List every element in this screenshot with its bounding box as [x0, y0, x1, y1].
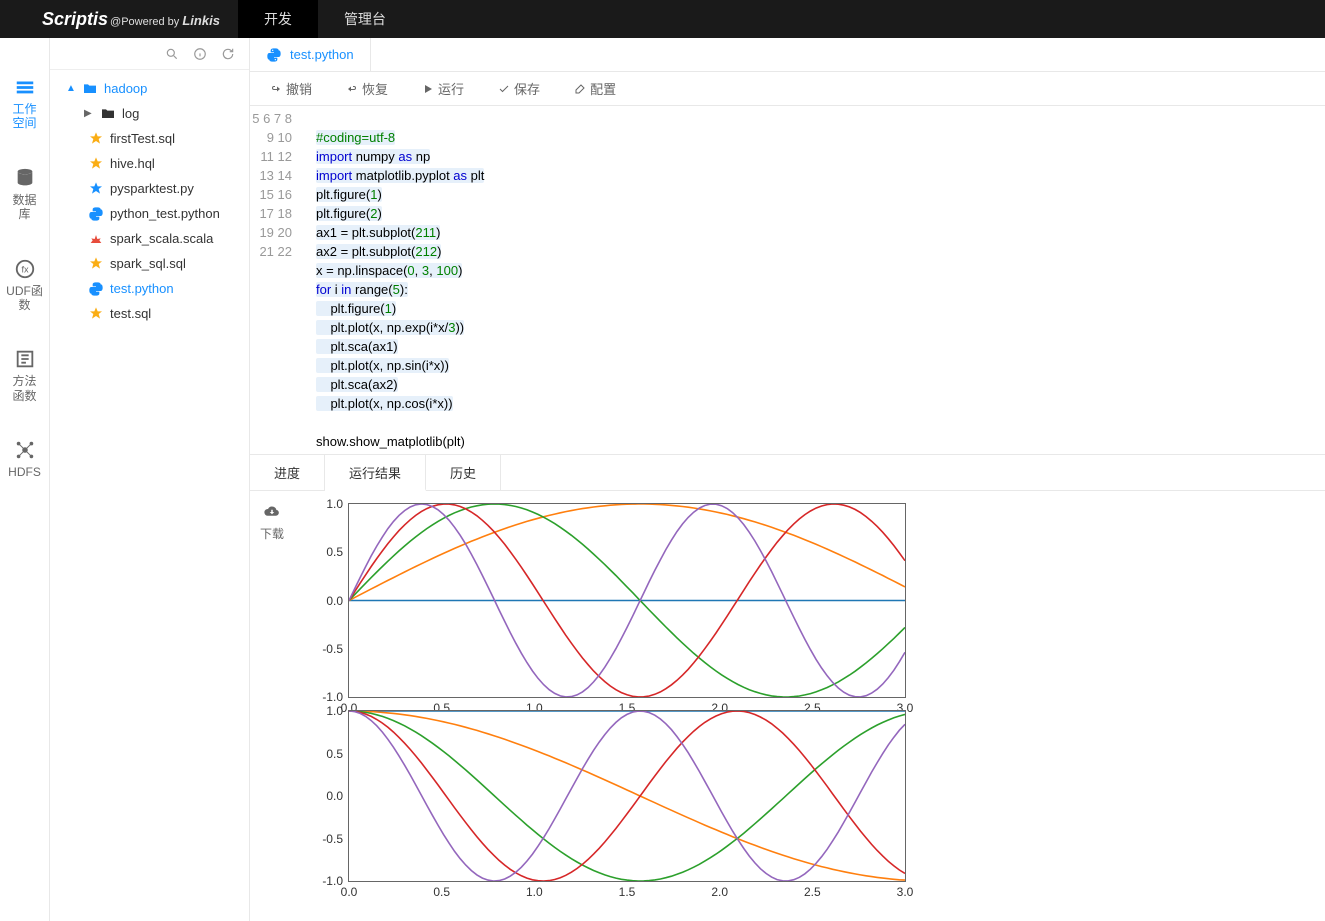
workspace-icon: [14, 76, 36, 98]
topnav-管理台[interactable]: 管理台: [318, 0, 412, 38]
brand-powered: @Powered by: [110, 16, 179, 28]
top-bar: Scriptis @Powered by Linkis 开发管理台: [0, 0, 1325, 38]
editor-toolbar: 撤销 恢复 运行 保存 配置: [250, 72, 1325, 106]
tree-folder-log[interactable]: ▶log: [50, 101, 249, 126]
ytick: 0.5: [326, 545, 343, 559]
download-label: 下载: [260, 525, 284, 542]
result-tab-运行结果[interactable]: 运行结果: [325, 455, 426, 491]
rail-database[interactable]: 数据库: [0, 155, 49, 246]
method-icon: [14, 348, 36, 370]
file-tab-test-python[interactable]: test.python: [250, 38, 371, 71]
left-rail: 工作空间数据库fxUDF函数方法函数HDFS: [0, 38, 50, 921]
ytick: 1.0: [326, 704, 343, 718]
file-tab-label: test.python: [290, 47, 354, 62]
run-button[interactable]: 运行: [422, 79, 464, 98]
xtick: 0.5: [433, 885, 450, 899]
tree-file-spark_scala.scala[interactable]: spark_scala.scala: [50, 226, 249, 251]
tree-file-pysparktest.py[interactable]: pysparktest.py: [50, 176, 249, 201]
xtick: 2.5: [804, 885, 821, 899]
rail-hdfs[interactable]: HDFS: [0, 427, 49, 503]
xtick: 1.0: [526, 885, 543, 899]
brand: Scriptis @Powered by Linkis: [0, 9, 238, 30]
search-icon[interactable]: [165, 47, 179, 61]
config-button[interactable]: 配置: [574, 79, 616, 98]
xtick: 3.0: [897, 885, 914, 899]
xtick: 0.0: [341, 885, 358, 899]
topnav-开发[interactable]: 开发: [238, 0, 318, 38]
hdfs-icon: [14, 439, 36, 461]
redo-button[interactable]: 恢复: [346, 79, 388, 98]
chart-0: -1.0-0.50.00.51.00.00.51.01.52.02.53.0: [348, 503, 906, 698]
ytick: -0.5: [322, 642, 343, 656]
ytick: -0.5: [322, 832, 343, 846]
result-tabs: 进度运行结果历史: [250, 455, 1325, 491]
xtick: 2.0: [711, 885, 728, 899]
explorer-toolbar: [50, 38, 249, 70]
undo-button[interactable]: 撤销: [270, 79, 312, 98]
rail-udf[interactable]: fxUDF函数: [0, 246, 49, 337]
brand-link[interactable]: Linkis: [182, 13, 220, 28]
ytick: 0.0: [326, 594, 343, 608]
download-button[interactable]: 下载: [250, 491, 294, 921]
main-pane: test.python 撤销 恢复 运行 保存 配置 5 6 7 8 9 10 …: [250, 38, 1325, 921]
result-body: 下载 -1.0-0.50.00.51.00.00.51.01.52.02.53.…: [250, 491, 1325, 921]
file-tabs: test.python: [250, 38, 1325, 72]
rail-method[interactable]: 方法函数: [0, 336, 49, 427]
result-tab-进度[interactable]: 进度: [250, 455, 325, 490]
file-explorer: ▲hadoop▶logfirstTest.sqlhive.hqlpysparkt…: [50, 38, 250, 921]
database-icon: [14, 167, 36, 189]
chart-1: -1.0-0.50.00.51.00.00.51.01.52.02.53.0: [348, 710, 906, 882]
udf-icon: fx: [14, 258, 36, 280]
tree-file-test.sql[interactable]: test.sql: [50, 301, 249, 326]
tree-file-firstTest.sql[interactable]: firstTest.sql: [50, 126, 249, 151]
save-button[interactable]: 保存: [498, 79, 540, 98]
result-tab-历史[interactable]: 历史: [426, 455, 501, 490]
cloud-download-icon: [263, 503, 281, 521]
rail-workspace[interactable]: 工作空间: [0, 64, 49, 155]
charts-container: -1.0-0.50.00.51.00.00.51.01.52.02.53.0-1…: [294, 491, 1325, 921]
tree-file-spark_sql.sql[interactable]: spark_sql.sql: [50, 251, 249, 276]
tree-file-test.python[interactable]: test.python: [50, 276, 249, 301]
file-tree: ▲hadoop▶logfirstTest.sqlhive.hqlpysparkt…: [50, 70, 249, 332]
tree-folder-root[interactable]: ▲hadoop: [50, 76, 249, 101]
code-content[interactable]: #coding=utf-8 import numpy as np import …: [306, 106, 1325, 454]
refresh-icon[interactable]: [221, 47, 235, 61]
top-nav: 开发管理台: [238, 0, 412, 38]
tree-file-python_test.python[interactable]: python_test.python: [50, 201, 249, 226]
python-icon: [266, 47, 282, 63]
svg-text:fx: fx: [21, 264, 29, 274]
ytick: 1.0: [326, 497, 343, 511]
xtick: 1.5: [619, 885, 636, 899]
ytick: 0.5: [326, 747, 343, 761]
tree-file-hive.hql[interactable]: hive.hql: [50, 151, 249, 176]
info-icon[interactable]: [193, 47, 207, 61]
line-gutter: 5 6 7 8 9 10 11 12 13 14 15 16 17 18 19 …: [250, 106, 306, 454]
brand-name: Scriptis: [42, 9, 108, 30]
ytick: 0.0: [326, 789, 343, 803]
code-editor[interactable]: 5 6 7 8 9 10 11 12 13 14 15 16 17 18 19 …: [250, 106, 1325, 455]
